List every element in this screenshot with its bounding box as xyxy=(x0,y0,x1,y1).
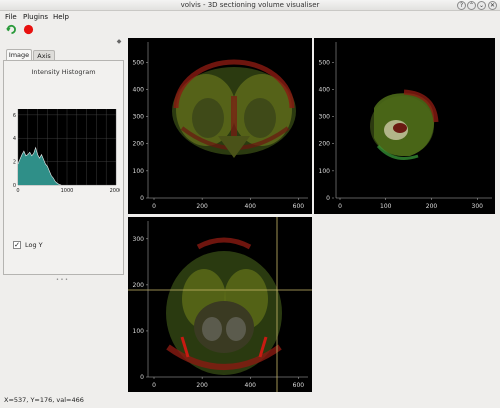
y-tick-label: 100 xyxy=(319,168,331,175)
coronal-view[interactable]: 0 100 200 300 400 500 0 200 400 600 xyxy=(128,38,312,214)
y-tick-label: 300 xyxy=(319,114,331,121)
x-tick-label: 0 xyxy=(338,203,342,210)
intensity-histogram: 0246010002000 xyxy=(13,109,120,194)
window-title: volvis - 3D sectioning volume visualiser xyxy=(180,1,320,9)
x-tick-label: 400 xyxy=(245,203,257,210)
left-dock-panel: Image Axis Intensity Histogram 0 2 4 6 0 1000… xyxy=(3,49,124,275)
y-tick-label: 200 xyxy=(133,141,145,148)
x-tick-label: 300 xyxy=(472,203,484,210)
log-y-checkbox[interactable]: ✓ xyxy=(13,241,21,249)
panel-resize-grip[interactable]: • • • xyxy=(0,278,124,283)
dock-float-icon[interactable]: ◆ xyxy=(116,39,122,45)
y-tick-label: 400 xyxy=(319,86,331,93)
y-tick-label: 200 xyxy=(319,141,331,148)
x-tick-label: 100 xyxy=(380,203,392,210)
x-tick-label: 200 xyxy=(196,203,208,210)
menu-bar: File Plugins Help xyxy=(0,11,500,22)
sagittal-view[interactable]: 0 100 200 300 400 500 0 100 200 300 xyxy=(314,38,495,214)
coronal-brain-image xyxy=(172,59,296,158)
y-tick-label: 400 xyxy=(133,86,145,93)
image-tab-pane: Intensity Histogram 0246010002000 ✓ Log … xyxy=(3,60,124,275)
histogram-x-tick: 2000 xyxy=(110,188,120,194)
reload-icon[interactable] xyxy=(6,24,17,35)
x-tick-label: 0 xyxy=(152,382,156,389)
y-tick-label: 200 xyxy=(133,282,145,289)
record-icon[interactable] xyxy=(23,24,34,35)
maximize-button[interactable]: ⌄ xyxy=(477,1,486,10)
histogram-x-tick: 0 xyxy=(16,188,19,194)
menu-file[interactable]: File xyxy=(5,13,17,21)
y-tick-label: 300 xyxy=(133,114,145,121)
x-tick-label: 400 xyxy=(245,382,257,389)
menu-plugins[interactable]: Plugins xyxy=(23,13,48,21)
y-tick-label: 100 xyxy=(133,328,145,335)
y-tick-label: 500 xyxy=(319,59,331,66)
histogram-title: Intensity Histogram xyxy=(31,68,96,76)
y-tick-label: 500 xyxy=(133,59,145,66)
minimize-button[interactable]: ⌃ xyxy=(467,1,476,10)
toolbar xyxy=(0,22,500,38)
y-tick-label: 100 xyxy=(133,168,145,175)
status-bar: X=537, Y=176, val=466 xyxy=(4,396,84,404)
help-button[interactable]: ? xyxy=(457,1,466,10)
tab-image[interactable]: Image xyxy=(6,49,32,60)
x-tick-label: 600 xyxy=(293,203,305,210)
axial-brain-image xyxy=(166,237,282,375)
x-tick-label: 200 xyxy=(426,203,438,210)
tab-axis[interactable]: Axis xyxy=(33,50,55,60)
y-tick-label: 300 xyxy=(133,236,145,243)
y-tick-label: 0 xyxy=(140,195,144,202)
menu-help[interactable]: Help xyxy=(53,13,69,21)
histogram-y-tick: 2 xyxy=(13,160,16,166)
y-tick-label: 0 xyxy=(140,374,144,381)
histogram-y-tick: 4 xyxy=(13,136,16,142)
histogram-y-tick: 6 xyxy=(13,113,16,119)
x-tick-label: 600 xyxy=(293,382,305,389)
log-y-label: Log Y xyxy=(25,241,43,249)
close-button[interactable]: ✕ xyxy=(488,1,497,10)
sagittal-brain-image xyxy=(370,89,439,160)
y-tick-label: 0 xyxy=(326,195,330,202)
title-bar: volvis - 3D sectioning volume visualiser… xyxy=(0,0,500,11)
x-tick-label: 200 xyxy=(196,382,208,389)
axial-view[interactable]: 0 100 200 300 0 200 400 600 xyxy=(128,217,312,392)
histogram-x-tick: 1000 xyxy=(61,188,74,194)
x-tick-label: 0 xyxy=(152,203,156,210)
